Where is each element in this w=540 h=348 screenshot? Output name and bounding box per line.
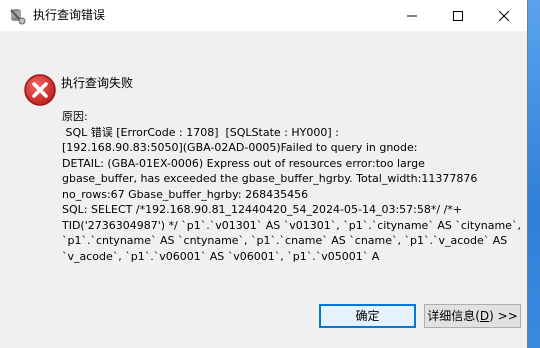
message-line: SQL 错误 [ErrorCode : 1708] [SQLState : HY… [62,125,339,139]
message-line: `p1`.`cntyname` AS `cntyname`, `p1`.`cna… [62,234,508,247]
error-icon [23,73,57,107]
window-title: 执行查询错误 [33,8,106,22]
message-line: gbase_buffer, has exceeded the gbase_buf… [62,172,478,185]
error-message: 原因: SQL 错误 [ErrorCode : 1708] [SQLState … [62,109,524,264]
close-icon [498,10,510,22]
database-app-icon [8,7,26,25]
message-line: no_rows:67 Gbase_buffer_hgrby: 268435456 [62,187,309,201]
details-label-suffix: ) >> [489,309,518,323]
close-button[interactable] [481,0,527,31]
details-label: 详细信息( [427,309,480,323]
ok-button[interactable]: 确定 [319,304,416,328]
details-button[interactable]: 详细信息(D) >> [424,304,521,328]
title-bar[interactable]: 执行查询错误 [0,0,527,31]
message-line: [192.168.90.83:5050](GBA-02AD-0005)Faile… [62,141,418,154]
message-line: TID('2736304987') */ `p1`.`v01301` AS `v… [62,218,521,232]
maximize-icon [453,11,463,21]
maximize-button[interactable] [435,0,481,31]
message-line: 原因: [62,110,88,123]
details-accesskey: D [479,309,490,323]
minimize-icon [407,15,417,17]
message-line: DETAIL: (GBA-01EX-0006) Express out of r… [62,156,425,170]
message-line: `v_acode`, `p1`.`v06001` AS `v06001`, `p… [62,249,380,263]
message-line: SQL: SELECT /*192.168.90.81_12440420_54_… [62,203,463,216]
minimize-button[interactable] [389,0,435,31]
error-dialog: 执行查询错误 执行查询失败 原因: SQL 错误 [ErrorCode: 17… [0,0,528,348]
dialog-heading: 执行查询失败 [61,76,134,90]
